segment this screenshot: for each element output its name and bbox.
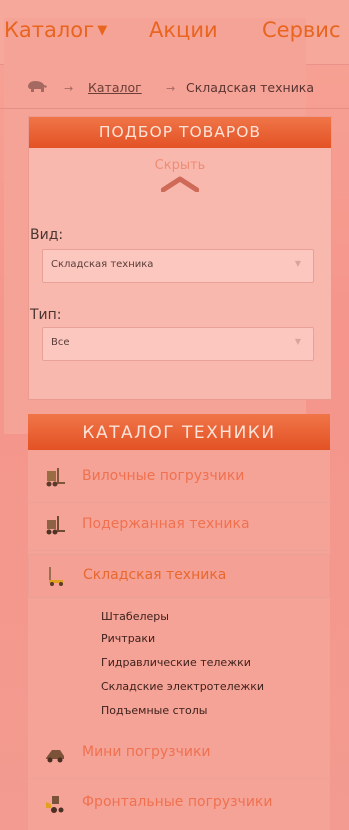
forklift-icon bbox=[46, 468, 65, 487]
divider bbox=[28, 778, 330, 779]
divider bbox=[28, 502, 330, 503]
type-select-value: Складская техника bbox=[51, 259, 154, 270]
subitem-reach-trucks[interactable]: Ричтраки bbox=[101, 632, 155, 645]
nav-catalog-label: Каталог bbox=[4, 18, 95, 42]
catalog-item-label: Складская техника bbox=[83, 567, 227, 583]
chevron-up-icon[interactable] bbox=[161, 176, 199, 192]
breadcrumb: → Каталог → Складская техника bbox=[0, 70, 349, 109]
filter-panel: ПОДБОР ТОВАРОВ Скрыть Вид: Складская тех… bbox=[28, 116, 332, 400]
kind-label: Тип: bbox=[30, 307, 62, 323]
subitem-hydraulic-trolleys[interactable]: Гидравлические тележки bbox=[101, 656, 251, 669]
used-forklift-icon bbox=[46, 516, 65, 535]
divider bbox=[28, 550, 330, 551]
subitem-lift-tables[interactable]: Подъемные столы bbox=[101, 704, 208, 717]
catalog-item-forklifts[interactable]: Вилочные погрузчики bbox=[28, 456, 330, 500]
home-elephant-icon[interactable] bbox=[26, 79, 48, 93]
subitem-electric-trolleys[interactable]: Складские электротележки bbox=[101, 680, 264, 693]
subitem-stackers[interactable]: Штабелеры bbox=[101, 610, 169, 623]
catalog-item-label: Фронтальные погрузчики bbox=[82, 794, 273, 810]
nav-service[interactable]: Сервис bbox=[262, 18, 340, 42]
catalog-item-label: Мини погрузчики bbox=[82, 744, 211, 760]
breadcrumb-separator: → bbox=[166, 82, 176, 95]
dropdown-arrow-icon: ▼ bbox=[294, 337, 301, 346]
hide-filter-link[interactable]: Скрыть bbox=[29, 158, 331, 173]
catalog-item-label: Подержанная техника bbox=[82, 516, 250, 532]
catalog-item-used[interactable]: Подержанная техника bbox=[28, 504, 330, 548]
page: Каталог ▼ Акции Сервис → Каталог → Складс… bbox=[0, 0, 349, 830]
front-loader-icon bbox=[46, 796, 64, 813]
breadcrumb-separator: → bbox=[64, 82, 74, 95]
breadcrumb-current: Складская техника bbox=[186, 80, 315, 95]
filter-panel-title: ПОДБОР ТОВАРОВ bbox=[29, 117, 331, 148]
catalog-item-mini[interactable]: Мини погрузчики bbox=[28, 732, 330, 776]
pallet-jack-icon bbox=[49, 567, 63, 586]
breadcrumb-link-catalog[interactable]: Каталог bbox=[88, 80, 142, 95]
top-nav: Каталог ▼ Акции Сервис bbox=[0, 0, 349, 434]
kind-select[interactable]: Все ▼ bbox=[42, 327, 314, 361]
catalog-item-label: Вилочные погрузчики bbox=[82, 468, 245, 484]
catalog-item-warehouse[interactable]: Складская техника bbox=[28, 554, 330, 598]
kind-select-value: Все bbox=[51, 337, 70, 348]
chevron-down-icon: ▼ bbox=[97, 23, 108, 38]
catalog-panel-title: КАТАЛОГ ТЕХНИКИ bbox=[28, 414, 330, 450]
catalog-item-front[interactable]: Фронтальные погрузчики bbox=[28, 782, 330, 826]
catalog-panel: КАТАЛОГ ТЕХНИКИ Вилочные погрузчики Поде… bbox=[28, 414, 330, 830]
type-select[interactable]: Складская техника ▼ bbox=[42, 249, 314, 283]
mini-loader-icon bbox=[46, 750, 64, 763]
dropdown-arrow-icon: ▼ bbox=[294, 259, 301, 268]
type-label: Вид: bbox=[30, 227, 64, 243]
nav-sales[interactable]: Акции bbox=[149, 18, 218, 42]
